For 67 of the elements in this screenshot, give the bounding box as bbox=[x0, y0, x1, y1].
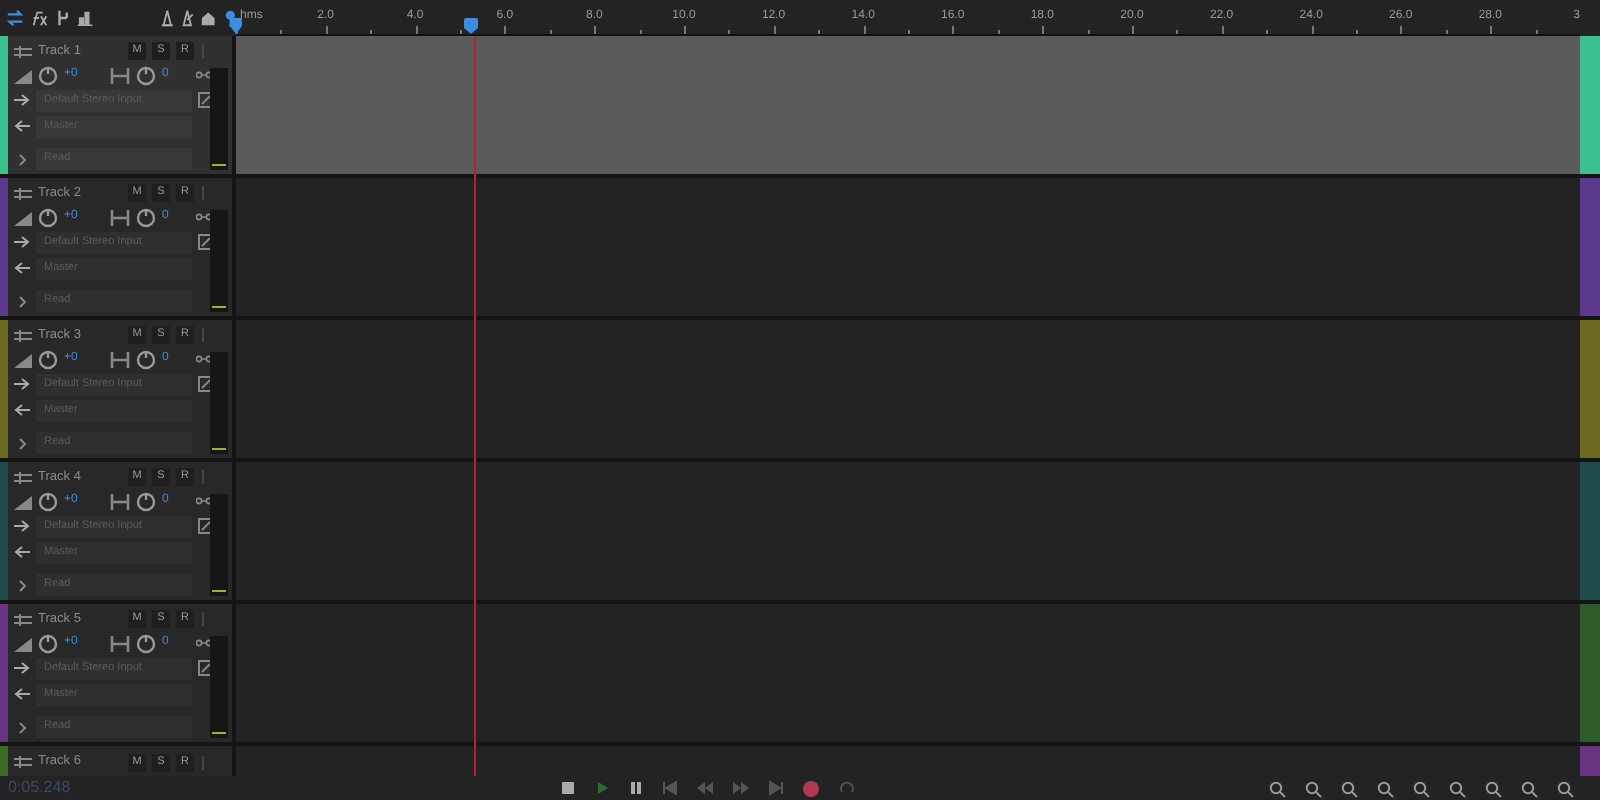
volume-knob[interactable] bbox=[38, 491, 58, 512]
play-icon[interactable] bbox=[594, 780, 610, 796]
input-arrow-icon bbox=[14, 520, 30, 533]
pan-icon bbox=[110, 351, 130, 368]
drag-handle-icon[interactable] bbox=[14, 613, 32, 626]
stop-icon[interactable] bbox=[560, 780, 576, 796]
input-arrow-icon bbox=[14, 94, 30, 107]
volume-icon bbox=[14, 635, 32, 652]
time-display: 0:05.248 bbox=[8, 776, 73, 800]
volume-knob[interactable] bbox=[38, 633, 58, 654]
expand-chevron-icon bbox=[14, 153, 30, 165]
expand-chevron-icon bbox=[14, 579, 30, 591]
drag-handle-icon[interactable] bbox=[14, 329, 32, 342]
pan-knob[interactable] bbox=[136, 207, 156, 228]
pan-icon bbox=[110, 493, 130, 510]
level-meter bbox=[210, 68, 228, 170]
input-arrow-icon bbox=[14, 378, 30, 391]
input-arrow-icon bbox=[14, 662, 30, 675]
output-arrow-icon bbox=[14, 688, 30, 701]
volume-icon bbox=[14, 351, 32, 368]
pan-icon bbox=[110, 209, 130, 226]
pan-knob[interactable] bbox=[136, 65, 156, 86]
branch-icon[interactable] bbox=[54, 8, 71, 28]
start-marker-icon[interactable] bbox=[230, 18, 242, 34]
record-icon[interactable] bbox=[802, 779, 820, 797]
zoom-icon[interactable] bbox=[1448, 779, 1466, 797]
volume-knob[interactable] bbox=[38, 349, 58, 370]
level-meter bbox=[210, 210, 228, 312]
level-meter bbox=[210, 636, 228, 738]
pause-icon[interactable] bbox=[628, 780, 644, 796]
zoom-icon[interactable] bbox=[1340, 779, 1358, 797]
volume-icon bbox=[14, 493, 32, 510]
pan-icon bbox=[110, 635, 130, 652]
volume-knob[interactable] bbox=[38, 207, 58, 228]
expand-chevron-icon bbox=[14, 295, 30, 307]
pan-knob[interactable] bbox=[136, 633, 156, 654]
expand-chevron-icon bbox=[14, 721, 30, 733]
pan-icon bbox=[110, 67, 130, 84]
swap-icon[interactable] bbox=[6, 8, 25, 28]
zoom-icon[interactable] bbox=[1412, 779, 1430, 797]
output-arrow-icon bbox=[14, 404, 30, 417]
effects-icon[interactable] bbox=[30, 8, 49, 28]
drag-handle-icon[interactable] bbox=[14, 756, 32, 768]
drag-handle-icon[interactable] bbox=[14, 471, 32, 484]
zoom-icon[interactable] bbox=[1520, 779, 1538, 797]
level-meter bbox=[210, 494, 228, 596]
drag-handle-icon[interactable] bbox=[14, 187, 32, 200]
zoom-icon[interactable] bbox=[1304, 779, 1322, 797]
volume-icon bbox=[14, 67, 32, 84]
input-arrow-icon bbox=[14, 236, 30, 249]
pan-knob[interactable] bbox=[136, 349, 156, 370]
zoom-icon[interactable] bbox=[1556, 779, 1574, 797]
output-arrow-icon bbox=[14, 262, 30, 275]
volume-icon bbox=[14, 209, 32, 226]
pan-knob[interactable] bbox=[136, 491, 156, 512]
drag-handle-icon[interactable] bbox=[14, 45, 32, 58]
bar-chart-icon[interactable] bbox=[76, 8, 94, 28]
level-meter bbox=[210, 352, 228, 454]
zoom-icon[interactable] bbox=[1268, 779, 1286, 797]
home-icon[interactable] bbox=[200, 8, 218, 28]
volume-knob[interactable] bbox=[38, 65, 58, 86]
zoom-icon[interactable] bbox=[1484, 779, 1502, 797]
playhead-handle-icon[interactable] bbox=[464, 18, 479, 34]
output-arrow-icon bbox=[14, 120, 30, 133]
zoom-icon[interactable] bbox=[1376, 779, 1394, 797]
output-arrow-icon bbox=[14, 546, 30, 559]
expand-chevron-icon bbox=[14, 437, 30, 449]
